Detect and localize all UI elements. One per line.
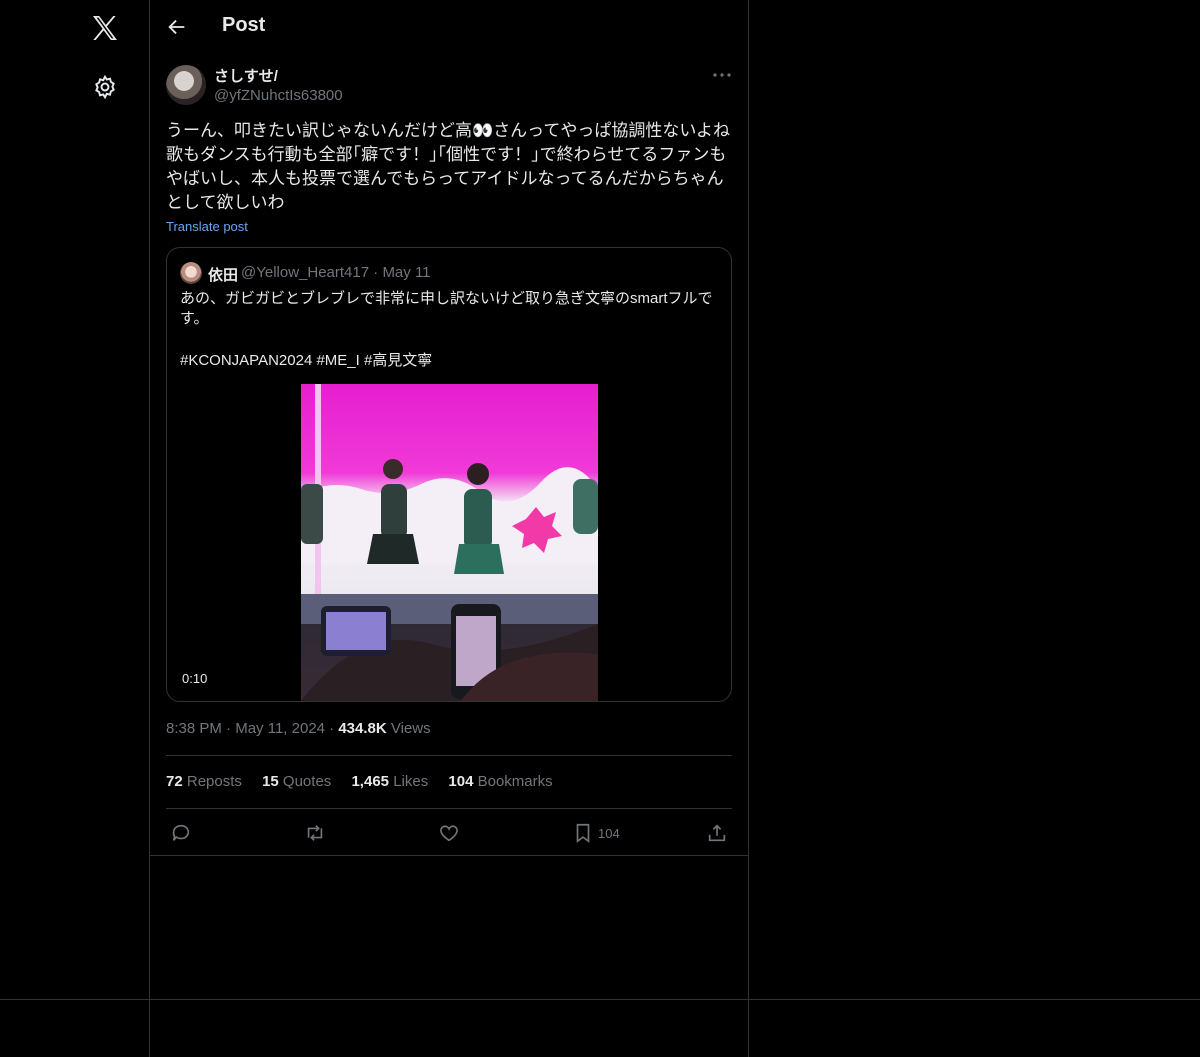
page-title: Post [222, 14, 266, 36]
reposts-count: 72 [166, 773, 183, 790]
like-icon[interactable] [438, 822, 460, 844]
bookmark-count: 104 [598, 826, 620, 841]
bookmarks-stat[interactable]: 104 Bookmarks [448, 773, 552, 790]
quoted-avatar [180, 262, 202, 284]
video-frame [301, 384, 598, 701]
x-logo-icon[interactable] [89, 12, 121, 44]
quoted-hashtags[interactable]: #KCONJAPAN2024 #ME_I #高見文寧 [180, 349, 432, 370]
bottom-divider [0, 999, 1200, 1000]
quotes-label: Quotes [282, 773, 332, 790]
video-duration: 0:10 [176, 669, 214, 688]
quoted-date: May 11 [382, 264, 431, 281]
reposts-label: Reposts [186, 773, 242, 790]
quoted-post[interactable]: 依田 @Yellow_Heart417 · May 11 あの、ガビガビとブレブ… [166, 247, 732, 702]
share-icon[interactable] [706, 822, 728, 844]
left-rail [0, 0, 150, 1057]
quoted-handle: @Yellow_Heart417 [241, 264, 370, 281]
timestamp-sep-2: · [329, 720, 335, 737]
author-name[interactable]: さしすせ/ [214, 65, 278, 86]
reposts-stat[interactable]: 72 Reposts [166, 773, 242, 790]
post-text: うーん、叩きたい訳じゃないんだけど高👀さんってやっぱ協調性ないよね 歌もダンスも… [166, 121, 730, 212]
post-column: Post さしすせ/ @yfZNuhctIs63800 うーん、叩きたい訳じゃな… [150, 0, 749, 1057]
quotes-stat[interactable]: 15 Quotes [262, 773, 331, 790]
likes-label: Likes [393, 773, 429, 790]
views-count: 434.8K [338, 720, 387, 737]
quoted-dot: · [373, 264, 379, 281]
more-icon[interactable] [710, 66, 734, 84]
timestamp-sep-1: · [226, 720, 232, 737]
post-time[interactable]: 8:38 PM [166, 720, 222, 737]
quotes-count: 15 [262, 773, 279, 790]
reply-icon[interactable] [170, 822, 192, 844]
divider [166, 755, 732, 756]
author-avatar[interactable] [166, 65, 206, 105]
engagement-stats: 72 Reposts 15 Quotes 1,465 Likes 104 Boo… [166, 773, 569, 790]
quoted-meta: @Yellow_Heart417 · May 11 [241, 264, 431, 281]
post-date[interactable]: May 11, 2024 [235, 720, 325, 737]
back-arrow-icon[interactable] [166, 16, 188, 38]
repost-icon[interactable] [304, 822, 326, 844]
author-handle[interactable]: @yfZNuhctIs63800 [214, 87, 343, 104]
video-player[interactable] [301, 384, 598, 701]
bookmarks-count: 104 [448, 773, 474, 790]
likes-count: 1,465 [351, 773, 390, 790]
bookmark-icon[interactable] [572, 822, 594, 844]
settings-icon[interactable] [92, 74, 118, 100]
views-label: Views [390, 720, 431, 737]
post-header: Post [150, 0, 748, 53]
bookmarks-label: Bookmarks [477, 773, 553, 790]
quoted-author-name: 依田 [208, 267, 239, 284]
likes-stat[interactable]: 1,465 Likes [351, 773, 428, 790]
translate-post-link[interactable]: Translate post [166, 219, 248, 234]
action-bar: 104 [150, 808, 748, 856]
post-timestamp: 8:38 PM · May 11, 2024 · 434.8K Views [166, 720, 431, 737]
quoted-text: あの、ガビガビとブレブレで非常に申し訳ないけど取り急ぎ文寧のsmartフルです。 [180, 290, 713, 327]
